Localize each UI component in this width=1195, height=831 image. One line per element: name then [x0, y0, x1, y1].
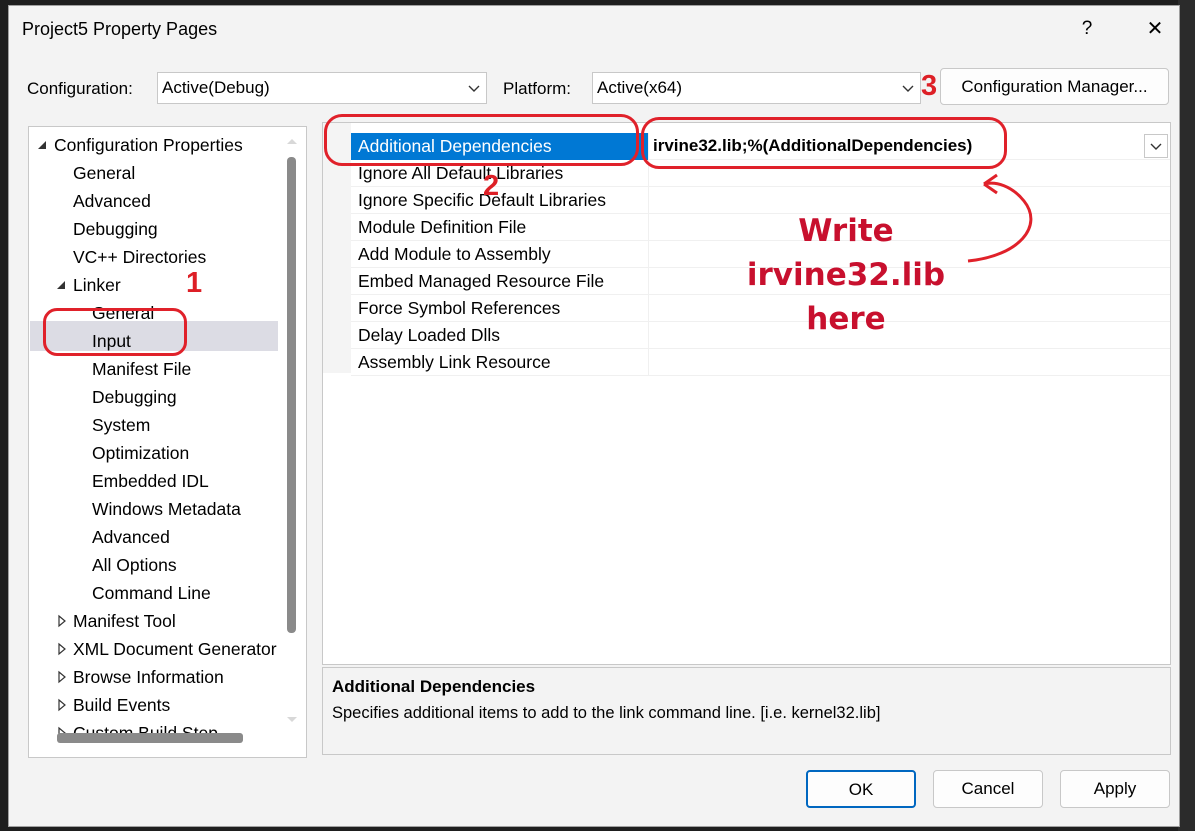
platform-value: Active(x64) — [597, 78, 683, 97]
tree-item-label: Manifest File — [92, 359, 192, 379]
annotation-ring-property — [324, 114, 639, 166]
configuration-manager-button[interactable]: Configuration Manager... — [940, 68, 1169, 105]
annotation-step-1: 1 — [186, 267, 203, 299]
annotation-note-line1: Write irvine32.lib — [746, 213, 946, 293]
tree-item-xml-document-generator[interactable]: XML Document Generator — [73, 635, 277, 663]
expanded-triangle-icon[interactable] — [37, 131, 49, 159]
tree-horizontal-scrollbar[interactable] — [57, 733, 243, 743]
property-row[interactable]: Assembly Link Resource — [351, 349, 1170, 376]
property-dropdown-button[interactable] — [1144, 134, 1168, 158]
tree-item-label: Command Line — [92, 583, 211, 603]
property-name[interactable]: Embed Managed Resource File — [351, 268, 649, 295]
tree-item-label: XML Document Generator — [73, 639, 277, 659]
tree-item-label: System — [92, 415, 151, 435]
tree-item-advanced[interactable]: Advanced — [92, 523, 170, 551]
title-bar: Project5 Property Pages ? ✕ — [9, 6, 1179, 54]
configuration-value: Active(Debug) — [162, 78, 270, 97]
collapsed-triangle-icon[interactable] — [56, 663, 68, 691]
tree-item-optimization[interactable]: Optimization — [92, 439, 189, 467]
tree-item-label: Manifest Tool — [73, 611, 176, 631]
ok-button[interactable]: OK — [806, 770, 916, 808]
tree-item-general[interactable]: General — [73, 159, 135, 187]
property-name[interactable]: Ignore Specific Default Libraries — [351, 187, 649, 214]
tree-item-label: Build Events — [73, 695, 171, 715]
tree-item-debugging[interactable]: Debugging — [73, 215, 158, 243]
platform-dropdown[interactable]: Active(x64) — [592, 72, 921, 104]
tree-item-label: Windows Metadata — [92, 499, 241, 519]
apply-button[interactable]: Apply — [1060, 770, 1170, 808]
tree-item-label: Debugging — [73, 219, 158, 239]
property-value[interactable] — [649, 349, 1170, 376]
tree-item-browse-information[interactable]: Browse Information — [73, 663, 224, 691]
property-name[interactable]: Add Module to Assembly — [351, 241, 649, 268]
tree-item-embedded-idl[interactable]: Embedded IDL — [92, 467, 209, 495]
tree-item-manifest-tool[interactable]: Manifest Tool — [73, 607, 176, 635]
tree-item-advanced[interactable]: Advanced — [73, 187, 151, 215]
tree-item-label: Advanced — [92, 527, 170, 547]
chevron-down-icon — [468, 85, 480, 92]
annotation-ring-value — [641, 117, 1007, 169]
background-editor-strip — [1178, 0, 1195, 831]
property-name[interactable]: Module Definition File — [351, 214, 649, 241]
configuration-dropdown[interactable]: Active(Debug) — [157, 72, 487, 104]
tree-item-system[interactable]: System — [92, 411, 150, 439]
platform-label: Platform: — [503, 79, 572, 98]
window-title: Project5 Property Pages — [22, 19, 218, 39]
tree-item-all-options[interactable]: All Options — [92, 551, 177, 579]
tree-item-label: General — [73, 163, 136, 183]
scroll-up-icon[interactable] — [285, 133, 299, 144]
tree-item-label: Optimization — [92, 443, 190, 463]
tree-item-command-line[interactable]: Command Line — [92, 579, 211, 607]
chevron-down-icon — [902, 85, 914, 92]
collapsed-triangle-icon[interactable] — [56, 635, 68, 663]
property-pages-dialog: Project5 Property Pages ? ✕ Configuratio… — [8, 5, 1180, 827]
close-button[interactable]: ✕ — [1141, 15, 1169, 43]
tree-item-label: Advanced — [73, 191, 151, 211]
tree-item-label: Embedded IDL — [92, 471, 209, 491]
scroll-down-icon[interactable] — [285, 712, 299, 722]
annotation-step-3: 3 — [921, 70, 938, 102]
tree-item-build-events[interactable]: Build Events — [73, 691, 170, 719]
expanded-triangle-icon[interactable] — [56, 271, 68, 299]
chevron-down-icon — [1150, 143, 1162, 150]
tree-item-label: Browse Information — [73, 667, 224, 687]
cancel-button[interactable]: Cancel — [933, 770, 1043, 808]
tree-item-windows-metadata[interactable]: Windows Metadata — [92, 495, 241, 523]
collapsed-triangle-icon[interactable] — [56, 607, 68, 635]
configuration-label: Configuration: — [27, 79, 133, 98]
description-title: Additional Dependencies — [332, 677, 536, 696]
tree-item-label: Linker — [73, 275, 121, 295]
annotation-note-line2: here — [806, 301, 886, 337]
property-tree: Configuration Properties General Advanced D… — [28, 126, 307, 758]
tree-item-label: Configuration Properties — [54, 135, 243, 155]
tree-vertical-scrollbar[interactable] — [287, 157, 296, 633]
tree-item-label: Debugging — [92, 387, 177, 407]
tree-item-label: All Options — [92, 555, 177, 575]
tree-item-linker[interactable]: Linker — [73, 271, 121, 299]
property-name[interactable]: Force Symbol References — [351, 295, 649, 322]
tree-item-debugging[interactable]: Debugging — [92, 383, 177, 411]
tree-item-label: VC++ Directories — [73, 247, 207, 267]
help-button[interactable]: ? — [1073, 15, 1101, 43]
property-name[interactable]: Assembly Link Resource — [351, 349, 649, 376]
tree-item-manifest-file[interactable]: Manifest File — [92, 355, 191, 383]
property-name[interactable]: Delay Loaded Dlls — [351, 322, 649, 349]
annotation-step-2: 2 — [483, 170, 500, 202]
annotation-ring-input — [43, 308, 187, 356]
annotation-arrow-icon — [967, 173, 1033, 263]
annotation-note: Write irvine32.lib here — [701, 209, 991, 341]
description-text: Specifies additional items to add to the… — [332, 704, 881, 722]
tree-item-configuration-properties[interactable]: Configuration Properties — [54, 131, 243, 159]
description-panel: Additional Dependencies Specifies additi… — [322, 667, 1171, 755]
collapsed-triangle-icon[interactable] — [56, 691, 68, 719]
